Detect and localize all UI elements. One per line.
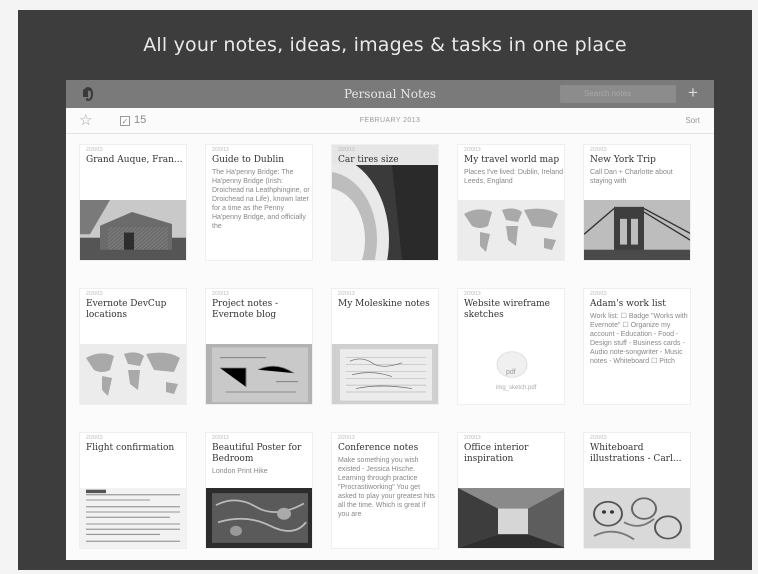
- note-date: 2/20/13: [464, 147, 481, 153]
- note-snippet: Places I've lived: Dublin, Ireland Leeds…: [464, 169, 563, 185]
- note-thumbnail: [332, 344, 438, 404]
- note-card[interactable]: 2/20/13 Car tires size: [331, 144, 439, 261]
- note-title: Project notes - Evernote blog: [212, 299, 279, 320]
- note-card[interactable]: 2/20/13 Beautiful Poster for Bedroom Londo…: [205, 432, 313, 549]
- note-card[interactable]: 2/20/13 New York Trip Call Dan + Charlotte…: [583, 144, 691, 261]
- note-thumbnail: [458, 200, 564, 260]
- note-title: Office interior inspiration: [464, 443, 529, 464]
- note-date: 2/20/13: [590, 435, 607, 441]
- note-card[interactable]: 2/20/13 Whiteboard illustrations - Carl..…: [583, 432, 691, 549]
- note-date: 2/20/13: [338, 291, 355, 297]
- note-date: 2/20/13: [464, 435, 481, 441]
- note-snippet: London Print Hike: [212, 468, 268, 475]
- note-thumbnail: [206, 488, 312, 548]
- note-snippet: Call Dan + Charlotte about staying with: [590, 169, 673, 185]
- month-label: FEBRUARY 2013: [359, 117, 421, 124]
- note-date: 2/20/13: [590, 291, 607, 297]
- note-title: Grand Auque, Fran...: [86, 155, 183, 165]
- note-snippet: Make something you wish existed - Jessic…: [338, 457, 435, 518]
- note-card[interactable]: 2/20/13 Flight confirmation: [79, 432, 187, 549]
- note-card[interactable]: 2/20/13 Website wireframe sketches pdf img_…: [457, 288, 565, 405]
- note-title: Whiteboard illustrations - Carl...: [590, 443, 682, 464]
- note-date: 2/20/13: [86, 435, 103, 441]
- note-title: Guide to Dublin: [212, 155, 285, 165]
- note-date: 2/20/13: [86, 291, 103, 297]
- pdf-badge-text: pdf: [506, 369, 516, 376]
- headline: All your notes, ideas, images & tasks in…: [143, 34, 627, 56]
- note-title: My travel world map: [464, 155, 560, 165]
- note-thumbnail: [206, 344, 312, 404]
- toolbar: ☆ ✓ 15 FEBRUARY 2013 Sort: [66, 108, 714, 134]
- note-card[interactable]: 2/20/13 Grand Auque, Fran...: [79, 144, 187, 261]
- note-thumbnail: [80, 344, 186, 404]
- note-title: Evernote DevCup locations: [86, 299, 167, 320]
- note-date: 2/20/13: [86, 147, 103, 153]
- pdf-filename: img_sketch.pdf: [496, 385, 537, 391]
- note-snippet: The Ha'penny Bridge: The Ha'penny Bridge…: [212, 169, 310, 230]
- note-card[interactable]: 2/20/13 Guide to Dublin The Ha'penny Bridg…: [205, 144, 313, 261]
- note-thumbnail: [80, 200, 186, 260]
- note-date: 2/20/13: [338, 435, 355, 441]
- note-card[interactable]: 2/20/13 Office interior inspiration: [457, 432, 565, 549]
- note-date: 2/20/13: [212, 435, 229, 441]
- note-title: New York Trip: [590, 155, 656, 165]
- note-card[interactable]: 2/20/13 Project notes - Evernote blog: [205, 288, 313, 405]
- note-card[interactable]: 2/20/13 Adam's work list Work list: ☐ Badg…: [583, 288, 691, 405]
- note-date: 2/20/13: [590, 147, 607, 153]
- note-thumbnail: [80, 488, 186, 548]
- note-thumbnail: [584, 200, 690, 260]
- new-note-button[interactable]: +: [688, 83, 698, 103]
- note-date: 2/20/13: [212, 147, 229, 153]
- search-input[interactable]: Search notes: [560, 85, 676, 103]
- note-date: 2/20/13: [212, 291, 229, 297]
- note-card[interactable]: 2/20/13 My Moleskine notes: [331, 288, 439, 405]
- note-title: Beautiful Poster for Bedroom: [212, 443, 302, 464]
- note-date: 2/20/13: [338, 147, 355, 153]
- note-title: Conference notes: [338, 443, 419, 453]
- note-card[interactable]: 2/20/13 Evernote DevCup locations: [79, 288, 187, 405]
- note-card[interactable]: 2/20/13 Conference notes Make something yo…: [331, 432, 439, 549]
- note-snippet: Work list: ☐ Badge "Works with Evernote"…: [590, 313, 688, 365]
- note-date: 2/20/13: [464, 291, 481, 297]
- sort-button[interactable]: Sort: [685, 116, 700, 125]
- note-title: Adam's work list: [590, 299, 666, 309]
- note-title: My Moleskine notes: [338, 299, 430, 309]
- title-bar: Personal Notes Search notes +: [66, 80, 714, 108]
- note-title: Flight confirmation: [86, 443, 175, 453]
- note-thumbnail: [458, 488, 564, 548]
- notes-grid: 2/20/13 Grand Auque, Fran... 2/20/13 Guide …: [79, 144, 703, 556]
- note-title: Website wireframe sketches: [464, 299, 550, 320]
- note-thumbnail: [332, 165, 438, 260]
- note-thumbnail: [584, 488, 690, 548]
- note-card[interactable]: 2/20/13 My travel world map Places I've li…: [457, 144, 565, 261]
